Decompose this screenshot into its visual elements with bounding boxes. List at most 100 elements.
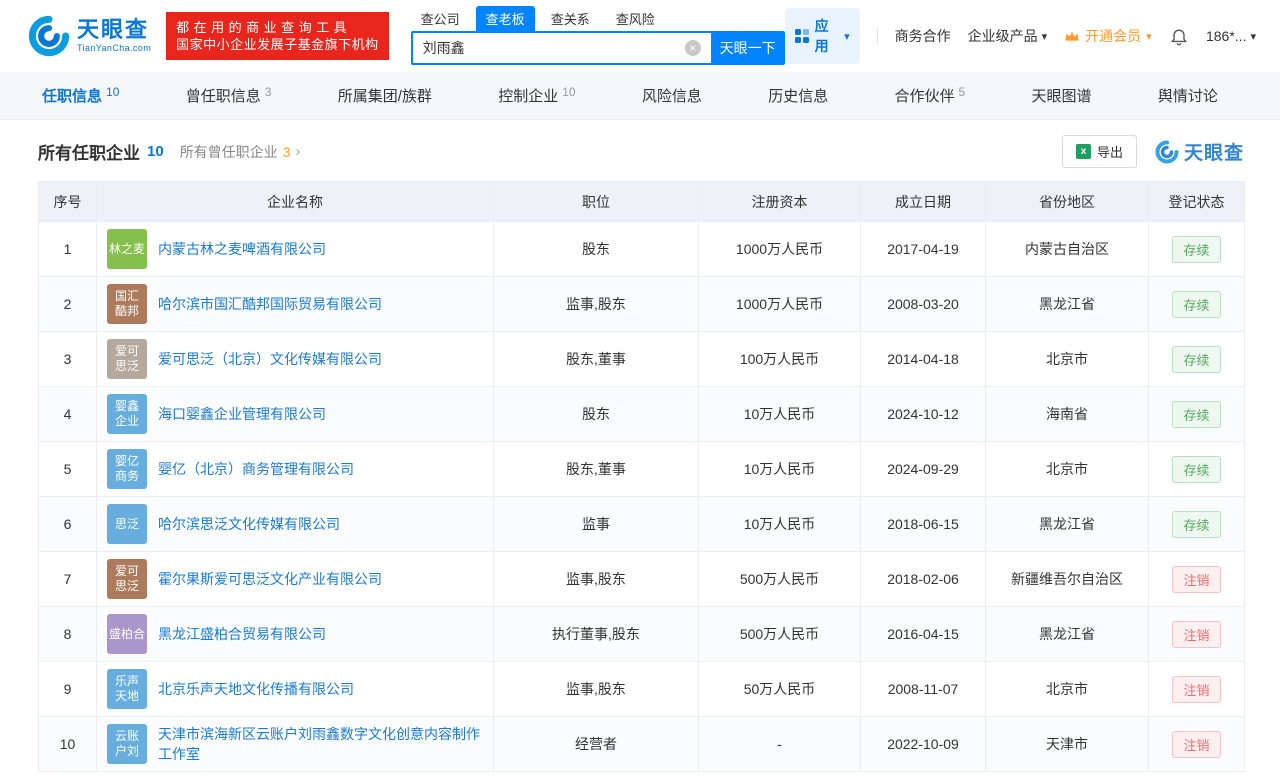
region-cell: 黑龙江省 (985, 606, 1149, 662)
region-cell: 黑龙江省 (985, 496, 1149, 552)
region-cell: 北京市 (985, 441, 1149, 497)
caret-down-icon: ▾ (844, 30, 850, 43)
company-logo: 云账 户刘 (107, 724, 147, 764)
position-cell: 监事,股东 (493, 661, 699, 717)
company-name-link[interactable]: 婴亿（北京）商务管理有限公司 (158, 459, 354, 479)
nav-tab-label: 舆情讨论 (1157, 88, 1218, 105)
companies-table-wrap: 序号 企业名称 职位 注册资本 成立日期 省份地区 登记状态 1 林之麦 内蒙古… (0, 181, 1280, 778)
table-row: 4 婴鑫 企业 海口婴鑫企业管理有限公司 股东 10万人民币 2024-10-1… (38, 386, 1245, 442)
former-companies-link[interactable]: 所有曾任职企业 3 › (180, 142, 301, 162)
search-type-tab[interactable]: 查公司 (411, 6, 470, 31)
nav-tabs: 任职信息 10 曾任职信息 3 所属集团/族群 控制企业 10 风险信息 历史信… (0, 72, 1280, 120)
nav-tab-label: 历史信息 (768, 88, 829, 105)
nav-tab[interactable]: 曾任职信息 3 (186, 72, 272, 119)
capital-cell: 50万人民币 (698, 661, 861, 717)
region-cell: 新疆维吾尔自治区 (985, 551, 1149, 607)
enterprise-products-link[interactable]: 企业级产品 ▾ (968, 26, 1048, 46)
company-name-link[interactable]: 天津市滨海新区云账户刘雨鑫数字文化创意内容制作工作室 (158, 724, 483, 764)
company-name-link[interactable]: 内蒙古林之麦啤酒有限公司 (158, 239, 326, 259)
row-index: 2 (38, 276, 97, 332)
nav-tab-label: 合作伙伴 (894, 88, 955, 105)
company-name-link[interactable]: 海口婴鑫企业管理有限公司 (158, 404, 326, 424)
capital-cell: 500万人民币 (698, 551, 861, 607)
table-row: 6 思泛 哈尔滨思泛文化传媒有限公司 监事 10万人民币 2018-06-15 … (38, 496, 1245, 552)
notification-bell-icon[interactable] (1169, 25, 1189, 47)
excel-icon: x (1075, 144, 1091, 159)
nav-tab-count: 10 (562, 84, 576, 99)
search-type-tab[interactable]: 查风险 (606, 6, 665, 31)
company-logo: 爱可 思泛 (107, 559, 147, 599)
capital-cell: 500万人民币 (698, 606, 861, 662)
search-button[interactable]: 天眼一下 (710, 30, 785, 65)
table-row: 2 国汇 酷邦 哈尔滨市国汇酷邦国际贸易有限公司 监事,股东 1000万人民币 … (38, 276, 1245, 332)
nav-tab-count: 3 (264, 84, 272, 99)
nav-tab[interactable]: 舆情讨论 (1158, 72, 1218, 119)
row-index: 8 (38, 606, 97, 662)
row-index: 9 (38, 661, 97, 717)
company-name-link[interactable]: 霍尔果斯爱可思泛文化产业有限公司 (158, 569, 382, 589)
company-logo: 乐声 天地 (107, 669, 147, 709)
status-badge: 存续 (1172, 235, 1221, 263)
company-logo: 盛柏合 (107, 614, 147, 654)
date-cell: 2018-06-15 (860, 496, 986, 552)
position-cell: 股东 (493, 221, 699, 277)
nav-tab-label: 任职信息 (42, 88, 103, 105)
date-cell: 2008-11-07 (860, 661, 986, 717)
nav-tab[interactable]: 控制企业 10 (498, 72, 575, 119)
row-index: 7 (38, 551, 97, 607)
export-button[interactable]: x 导出 (1061, 135, 1137, 168)
column-header-date: 成立日期 (860, 181, 986, 222)
company-name-link[interactable]: 哈尔滨市国汇酷邦国际贸易有限公司 (158, 294, 382, 314)
company-logo: 爱可 思泛 (107, 339, 147, 379)
region-cell: 海南省 (985, 386, 1149, 442)
region-cell: 内蒙古自治区 (985, 221, 1149, 277)
nav-tab[interactable]: 任职信息 10 (42, 72, 119, 119)
section-header: 所有任职企业 10 所有曾任职企业 3 › x 导出 天眼查 (0, 120, 1280, 181)
row-index: 6 (38, 496, 97, 552)
date-cell: 2017-04-19 (860, 221, 986, 277)
nav-tab[interactable]: 风险信息 (642, 72, 702, 119)
vip-membership-link[interactable]: 开通会员 ▾ (1064, 26, 1152, 46)
nav-tab-count: 10 (106, 84, 120, 99)
region-cell: 北京市 (985, 331, 1149, 387)
company-name-link[interactable]: 爱可思泛（北京）文化传媒有限公司 (158, 349, 382, 369)
nav-tab[interactable]: 合作伙伴 5 (895, 72, 966, 119)
header-right-menu: 应用 ▾ 商务合作 企业级产品 ▾ 开通会员 ▾ 186*... ▾ (784, 8, 1256, 64)
region-cell: 北京市 (985, 661, 1149, 717)
search-type-tab[interactable]: 查老板 (475, 5, 535, 31)
clear-icon[interactable]: × (684, 39, 701, 56)
divider (876, 28, 878, 44)
caret-down-icon: ▾ (1041, 30, 1048, 43)
search-input[interactable] (410, 30, 711, 65)
nav-tab[interactable]: 历史信息 (768, 72, 828, 119)
company-logo: 婴鑫 企业 (107, 394, 147, 434)
row-index: 1 (38, 221, 97, 277)
nav-tab[interactable]: 天眼图谱 (1032, 72, 1092, 119)
position-cell: 股东,董事 (493, 441, 699, 497)
nav-tab[interactable]: 所属集团/族群 (338, 72, 432, 119)
column-header-capital: 注册资本 (698, 181, 861, 222)
search-type-tab[interactable]: 查关系 (541, 6, 600, 31)
capital-cell: 100万人民币 (698, 331, 861, 387)
apps-menu-button[interactable]: 应用 ▾ (784, 8, 860, 64)
column-header-company: 企业名称 (96, 181, 494, 222)
status-badge: 注销 (1172, 620, 1221, 648)
row-index: 10 (38, 716, 97, 772)
company-name-link[interactable]: 哈尔滨思泛文化传媒有限公司 (158, 514, 340, 534)
user-phone-menu[interactable]: 186*... ▾ (1206, 28, 1256, 44)
nav-tab-label: 所属集团/族群 (337, 88, 432, 105)
caret-down-icon: ▾ (1250, 30, 1256, 43)
company-name-link[interactable]: 北京乐声天地文化传播有限公司 (158, 679, 354, 699)
apps-label: 应用 (814, 18, 829, 54)
search-type-tabs: 查公司 查老板 查关系 查风险 (411, 5, 785, 31)
table-header-row: 序号 企业名称 职位 注册资本 成立日期 省份地区 登记状态 (38, 181, 1245, 222)
tianyancha-logo[interactable]: 天眼查 TianYanCha.com (28, 15, 151, 57)
table-row: 7 爱可 思泛 霍尔果斯爱可思泛文化产业有限公司 监事,股东 500万人民币 2… (38, 551, 1245, 607)
position-cell: 股东,董事 (493, 331, 699, 387)
search-area: 查公司查老板查关系查风险 × 天眼一下 (410, 5, 785, 65)
user-phone: 186*... (1205, 28, 1247, 44)
former-count: 3 (282, 143, 291, 160)
company-name-link[interactable]: 黑龙江盛柏合贸易有限公司 (158, 624, 326, 644)
region-cell: 天津市 (985, 716, 1149, 772)
business-cooperation-link[interactable]: 商务合作 (895, 26, 951, 46)
